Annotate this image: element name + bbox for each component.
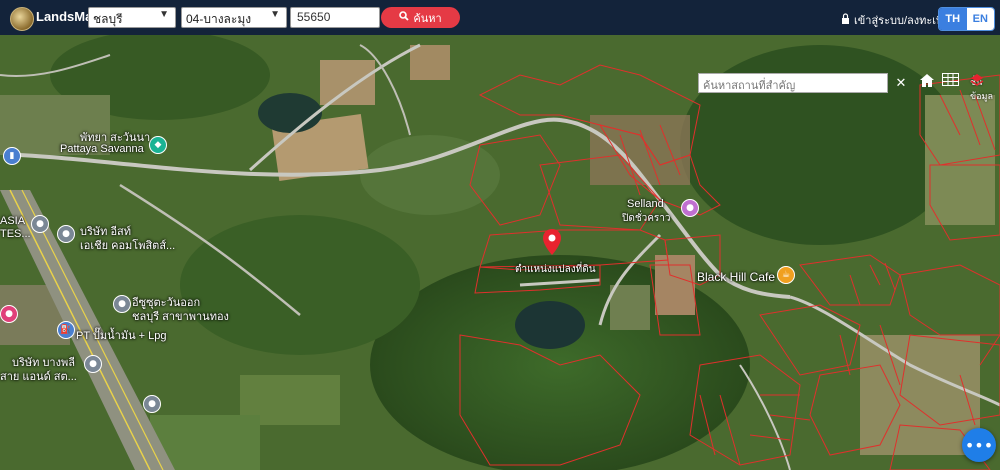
search-icon bbox=[399, 11, 409, 24]
district-select[interactable]: 04-บางละมุง ▼ bbox=[181, 7, 287, 28]
place-label-black-hill-cafe[interactable]: Black Hill Cafe bbox=[697, 270, 775, 284]
clear-search-icon[interactable]: ✕ bbox=[891, 73, 911, 93]
chat-menu-button[interactable]: ••• bbox=[962, 428, 996, 462]
shop-pin-icon[interactable]: ● bbox=[681, 199, 699, 217]
place-label-pt-station[interactable]: PT ปั๊มน้ำมัน + Lpg bbox=[76, 326, 167, 344]
search-button-label: ค้นหา bbox=[413, 12, 442, 25]
landsmaps-logo[interactable] bbox=[10, 7, 34, 31]
top-navigation-bar: LandsMaps ชลบุรี ▼ 04-บางละมุง ▼ 55650 ค… bbox=[0, 0, 1000, 35]
place-label-isuzu-line2[interactable]: ชลบุรี สาขาพานทอง bbox=[132, 307, 229, 325]
satellite-map[interactable]: ◆ พัทยา สะวันนา Pattaya Savanna ▮ ASIA T… bbox=[0, 35, 1000, 470]
place-label-asia-tes[interactable]: ASIA TES... bbox=[0, 215, 31, 241]
home-icon[interactable] bbox=[919, 73, 939, 93]
cafe-pin-icon[interactable]: ☕ bbox=[777, 266, 795, 284]
place-pin-icon[interactable]: ● bbox=[113, 295, 131, 313]
language-toggle: TH EN bbox=[938, 7, 995, 31]
place-label-bangphli-line2[interactable]: สาย แอนด์ สต... bbox=[0, 367, 77, 385]
district-select-value: 04-บางละมุง bbox=[186, 12, 252, 26]
place-pin-icon[interactable]: ● bbox=[84, 355, 102, 373]
parcel-location-label: ตำแหน่งแปลงที่ดิน bbox=[515, 264, 596, 275]
province-select-value: ชลบุรี bbox=[93, 12, 123, 26]
lock-icon bbox=[841, 13, 850, 27]
chevron-down-icon: ▼ bbox=[270, 9, 280, 20]
building-icon[interactable]: ▮ bbox=[3, 147, 21, 165]
place-label-selland-status[interactable]: ปิดชั่วคราว bbox=[622, 211, 671, 226]
lang-en-button[interactable]: EN bbox=[966, 8, 994, 30]
grid-icon[interactable] bbox=[942, 73, 962, 93]
landmark-search-input[interactable]: ค้นหาสถานที่สำคัญ bbox=[698, 73, 888, 93]
place-label-selland[interactable]: Selland bbox=[627, 198, 664, 210]
gas-station-icon[interactable]: ⛽ bbox=[57, 321, 75, 339]
deed-number-input[interactable]: 55650 bbox=[290, 7, 380, 28]
place-pin-icon[interactable]: ● bbox=[57, 225, 75, 243]
tourist-attraction-icon[interactable]: ◆ bbox=[149, 136, 167, 154]
place-pin-icon[interactable]: ● bbox=[31, 215, 49, 233]
chevron-down-icon: ▼ bbox=[159, 9, 169, 20]
place-label-pattaya-savanna-en[interactable]: Pattaya Savanna bbox=[60, 143, 144, 155]
shop-pin-icon[interactable]: ● bbox=[0, 305, 18, 323]
more-dots-icon: ••• bbox=[964, 435, 994, 455]
search-button[interactable]: ค้นหา bbox=[381, 7, 460, 28]
province-select[interactable]: ชลบุรี ▼ bbox=[88, 7, 176, 28]
place-label-company-line2[interactable]: เอเชีย คอมโพสิตส์... bbox=[80, 236, 175, 254]
place-pin-icon[interactable]: ● bbox=[143, 395, 161, 413]
layers-button[interactable]: ชั้นข้อมูล bbox=[970, 73, 996, 105]
lang-th-button[interactable]: TH bbox=[939, 8, 967, 30]
